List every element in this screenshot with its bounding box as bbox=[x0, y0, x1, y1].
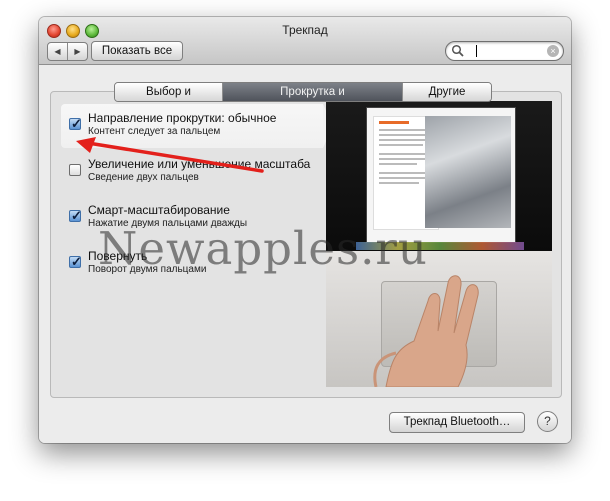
tab-bar: Выбор и нажатие Прокрутка и масштабирова… bbox=[114, 82, 492, 102]
clear-search-icon[interactable]: × bbox=[547, 45, 559, 57]
tab-point-and-click[interactable]: Выбор и нажатие bbox=[115, 83, 222, 101]
option-smart-zoom[interactable]: ✓ Смарт-масштабирование Нажатие двумя па… bbox=[61, 196, 337, 240]
rotate-checkbox[interactable]: ✓ bbox=[69, 254, 82, 269]
option-title: Смарт-масштабирование bbox=[88, 203, 230, 217]
red-annotation-arrow-icon bbox=[76, 137, 264, 173]
preview-dock bbox=[356, 242, 524, 250]
chevron-left-icon: ◀ bbox=[54, 47, 61, 56]
gesture-preview-video bbox=[326, 101, 552, 387]
preview-photo bbox=[425, 116, 511, 228]
forward-button[interactable]: ▶ bbox=[67, 43, 87, 60]
preview-screen-area bbox=[326, 101, 552, 251]
tab-more-gestures[interactable]: Другие жесты bbox=[402, 83, 491, 101]
search-icon bbox=[451, 44, 464, 57]
option-title: Повернуть bbox=[88, 249, 148, 263]
tab-scroll-and-zoom[interactable]: Прокрутка и масштабирование bbox=[222, 83, 402, 101]
setup-bluetooth-trackpad-button[interactable]: Трекпад Bluetooth… bbox=[389, 412, 525, 433]
preferences-window: Трекпад ◀ ▶ Показать все × Выбор и нажат… bbox=[39, 17, 571, 443]
option-subtitle: Поворот двумя пальцами bbox=[88, 264, 207, 275]
preview-laptop-screen bbox=[366, 107, 516, 243]
back-button[interactable]: ◀ bbox=[48, 43, 67, 60]
show-all-button[interactable]: Показать все bbox=[91, 41, 183, 61]
scroll-direction-checkbox[interactable]: ✓ bbox=[69, 116, 82, 131]
window-toolbar: Трекпад ◀ ▶ Показать все × bbox=[39, 17, 571, 65]
search-field[interactable]: × bbox=[445, 41, 564, 61]
pane-body: Выбор и нажатие Прокрутка и масштабирова… bbox=[39, 65, 571, 443]
hand-gesture-icon bbox=[373, 275, 479, 387]
option-rotate[interactable]: ✓ Повернуть Поворот двумя пальцами bbox=[61, 242, 337, 286]
option-subtitle: Контент следует за пальцем bbox=[88, 126, 221, 137]
checkmark-icon: ✓ bbox=[71, 254, 82, 269]
back-forward-control: ◀ ▶ bbox=[47, 42, 88, 61]
checkmark-icon: ✓ bbox=[71, 116, 82, 131]
window-title: Трекпад bbox=[282, 23, 328, 37]
smart-zoom-checkbox[interactable]: ✓ bbox=[69, 208, 82, 223]
checkmark-icon: ✓ bbox=[71, 208, 82, 223]
option-subtitle: Нажатие двумя пальцами дважды bbox=[88, 218, 248, 229]
search-caret bbox=[476, 45, 477, 57]
help-button[interactable]: ? bbox=[537, 411, 558, 432]
preview-doc-heading bbox=[379, 121, 409, 124]
option-title: Направление прокрутки: обычное bbox=[88, 111, 277, 125]
chevron-right-icon: ▶ bbox=[74, 47, 81, 56]
preview-laptop-base bbox=[326, 251, 552, 387]
